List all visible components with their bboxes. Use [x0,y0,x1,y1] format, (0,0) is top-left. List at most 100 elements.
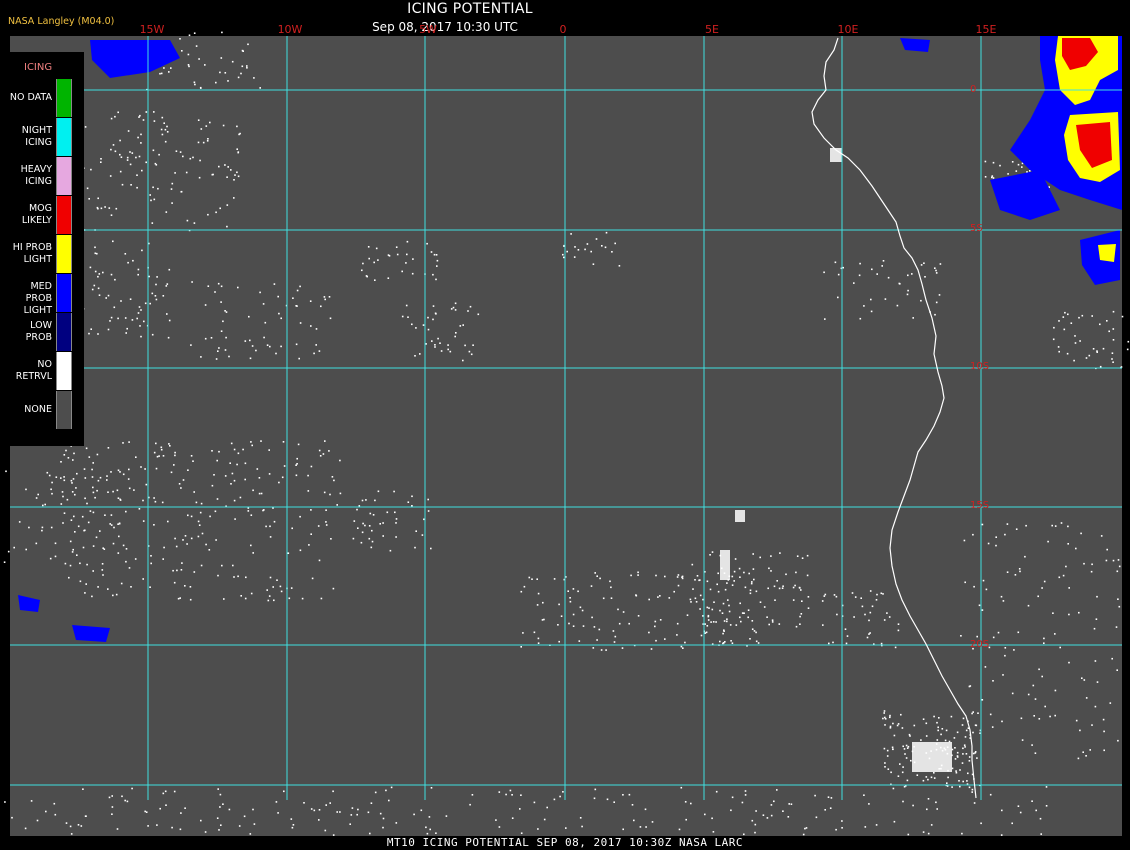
speckle [407,316,409,318]
speckle [275,801,278,803]
speckle [537,828,539,830]
speckle [209,121,211,124]
speckle [295,474,298,477]
speckle [248,315,250,318]
speckle [361,269,363,272]
speckle [324,440,326,442]
speckle [149,302,151,305]
speckle [232,564,234,567]
speckle [72,548,74,551]
speckle [972,752,975,755]
speckle [119,471,121,473]
speckle [110,316,113,319]
speckle [296,289,299,292]
speckle [119,499,122,501]
speckle [291,826,294,829]
speckle [154,295,157,297]
speckle [176,569,178,572]
speckle [927,798,930,800]
speckle [148,275,150,278]
speckle [117,497,120,499]
speckle [169,445,171,447]
speckle [318,819,320,821]
speckle [211,484,214,487]
speckle [562,253,564,256]
speckle [181,562,183,564]
speckle [956,731,959,734]
speckle [414,546,416,549]
speckle [141,169,143,172]
speckle [110,214,113,216]
speckle [173,581,176,584]
speckle [776,789,778,791]
speckle [814,794,816,797]
speckle [121,795,123,798]
speckle [975,724,978,727]
speckle [886,749,889,752]
speckle [174,451,176,454]
speckle [120,156,123,158]
speckle [1054,633,1056,635]
speckle [747,616,749,619]
speckle [155,283,157,286]
speckle [916,774,919,776]
speckle [101,569,104,571]
speckle [224,310,226,312]
speckle [145,483,148,486]
speckle [197,535,200,538]
speckle [131,787,133,790]
speckle [1081,677,1083,679]
speckle [754,823,757,826]
speckle [1079,340,1081,342]
speckle [107,447,110,449]
speckle [425,343,427,345]
speckle [1085,697,1088,699]
speckle [901,771,904,774]
speckle [135,456,137,458]
speckle [307,490,310,492]
speckle [935,272,938,274]
speckle [1077,757,1080,760]
speckle [472,344,474,346]
speckle [581,825,583,828]
speckle [886,612,888,614]
speckle [226,176,228,178]
speckle [1041,587,1043,589]
speckle [815,816,818,819]
speckle [894,646,897,649]
speckle [204,337,207,340]
speckle [71,491,74,493]
speckle [411,505,413,507]
speckle [981,609,984,611]
speckle [924,276,926,278]
speckle [3,561,6,563]
speckle [97,333,99,335]
speckle [255,349,257,352]
speckle [828,642,830,645]
speckle [794,584,796,587]
speckle [468,350,471,353]
speckle [79,580,82,583]
speckle [1068,613,1070,616]
speckle [295,464,297,466]
speckle [319,455,322,457]
speckle [1017,631,1020,634]
speckle [64,562,67,565]
speckle [782,585,784,587]
speckle [310,325,312,327]
speckle [710,621,712,623]
speckle [230,483,232,485]
speckle [405,262,407,264]
speckle [1064,311,1066,314]
speckle [233,197,235,199]
speckle [1054,525,1057,527]
speckle [722,632,724,635]
speckle [60,461,62,463]
speckle [268,449,270,451]
speckle [823,595,826,597]
speckle [787,816,790,818]
speckle [896,724,899,727]
speckle [1027,604,1030,607]
speckle [903,785,906,788]
speckle [277,295,279,298]
